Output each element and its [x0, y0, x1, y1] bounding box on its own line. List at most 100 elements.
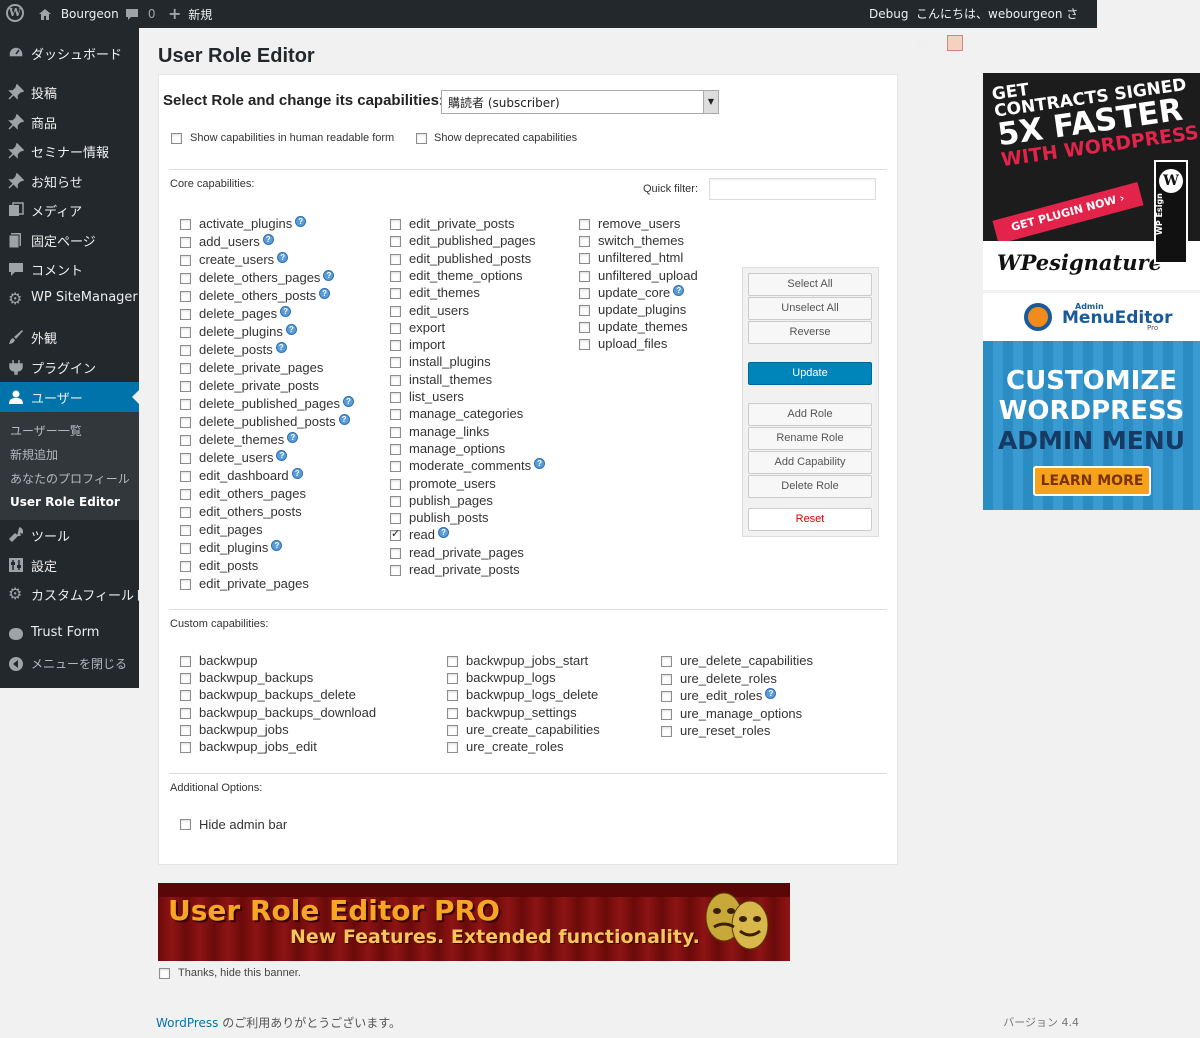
capability-checkbox[interactable]: [390, 219, 401, 230]
capability-checkbox[interactable]: [180, 363, 191, 374]
add-role-button[interactable]: Add Role: [748, 403, 872, 426]
role-select[interactable]: 購読者 (subscriber) ▼: [441, 90, 719, 114]
capability-checkbox[interactable]: [180, 453, 191, 464]
capability-checkbox[interactable]: [447, 690, 458, 701]
capability-checkbox[interactable]: [579, 305, 590, 316]
rename-role-button[interactable]: Rename Role: [748, 427, 872, 450]
capability-checkbox[interactable]: [180, 309, 191, 320]
help-icon[interactable]: ?: [271, 540, 283, 551]
help-icon[interactable]: ?: [534, 458, 546, 469]
capability-checkbox[interactable]: [180, 345, 191, 356]
capability-checkbox[interactable]: [180, 381, 191, 392]
capability-checkbox[interactable]: [180, 327, 191, 338]
capability-checkbox[interactable]: [390, 357, 401, 368]
help-icon[interactable]: ?: [280, 306, 292, 317]
menu-trust-form[interactable]: Trust Form: [0, 619, 139, 649]
show-human-readable-checkbox[interactable]: [171, 133, 182, 144]
help-icon[interactable]: ?: [287, 432, 299, 443]
hide-admin-bar-checkbox[interactable]: [180, 819, 191, 830]
site-home-link[interactable]: Bourgeon: [38, 0, 119, 28]
capability-checkbox[interactable]: [390, 444, 401, 455]
capability-checkbox[interactable]: [180, 690, 191, 701]
menu-pages[interactable]: 固定ページ: [0, 225, 139, 255]
capability-checkbox[interactable]: [390, 236, 401, 247]
menu-seminars[interactable]: セミナー情報: [0, 136, 139, 166]
capability-checkbox[interactable]: [390, 527, 401, 541]
capability-checkbox[interactable]: [579, 339, 590, 350]
select-all-button[interactable]: Select All: [748, 273, 872, 296]
submenu-add-new[interactable]: 新規追加: [10, 446, 58, 463]
comments-link[interactable]: 0: [125, 0, 155, 28]
capability-checkbox[interactable]: [661, 709, 672, 720]
ad2-cta[interactable]: LEARN MORE: [1033, 466, 1151, 496]
capability-checkbox[interactable]: [390, 548, 401, 559]
capability-checkbox[interactable]: [180, 435, 191, 446]
submenu-profile[interactable]: あなたのプロフィール: [10, 470, 130, 487]
capability-checkbox[interactable]: [180, 291, 191, 302]
menu-media[interactable]: メディア: [0, 195, 139, 225]
capability-checkbox[interactable]: [390, 392, 401, 403]
hide-banner-checkbox[interactable]: [159, 968, 170, 979]
debug-link[interactable]: Debug: [869, 0, 908, 28]
capability-checkbox[interactable]: [661, 674, 672, 685]
capability-checkbox[interactable]: [180, 656, 191, 667]
account-link[interactable]: こんにちは、webourgeon さん！: [916, 0, 1097, 51]
capability-checkbox[interactable]: [180, 489, 191, 500]
help-icon[interactable]: ?: [295, 216, 307, 227]
reset-button[interactable]: Reset: [748, 508, 872, 531]
capability-checkbox[interactable]: [180, 255, 191, 266]
capability-checkbox[interactable]: [180, 417, 191, 428]
capability-checkbox[interactable]: [447, 673, 458, 684]
menu-appearance[interactable]: 外観: [0, 322, 139, 352]
capability-checkbox[interactable]: [579, 236, 590, 247]
menu-products[interactable]: 商品: [0, 107, 139, 137]
help-icon[interactable]: ?: [338, 414, 350, 425]
capability-checkbox[interactable]: [390, 409, 401, 420]
capability-checkbox[interactable]: [180, 525, 191, 536]
capability-checkbox[interactable]: [390, 306, 401, 317]
capability-checkbox[interactable]: [579, 271, 590, 282]
help-icon[interactable]: ?: [262, 234, 274, 245]
menu-news[interactable]: お知らせ: [0, 166, 139, 196]
wordpress-logo-icon[interactable]: W: [6, 4, 24, 22]
help-icon[interactable]: ?: [276, 450, 288, 461]
capability-checkbox[interactable]: [447, 708, 458, 719]
capability-checkbox[interactable]: [579, 322, 590, 333]
help-icon[interactable]: ?: [275, 342, 287, 353]
capability-checkbox[interactable]: [390, 513, 401, 524]
unselect-all-button[interactable]: Unselect All: [748, 297, 872, 320]
admin-menu-editor-ad[interactable]: Admin MenuEditor Pro CUSTOMIZE WORDPRESS…: [983, 293, 1200, 510]
menu-dashboard[interactable]: ダッシュボード: [0, 38, 139, 68]
capability-checkbox[interactable]: [180, 725, 191, 736]
help-icon[interactable]: ?: [323, 270, 335, 281]
capability-checkbox[interactable]: [390, 496, 401, 507]
capability-checkbox[interactable]: [579, 288, 590, 299]
capability-checkbox[interactable]: [447, 725, 458, 736]
help-icon[interactable]: ?: [285, 324, 297, 335]
wp-esignature-ad[interactable]: GET CONTRACTS SIGNED 5X FASTER WITH WORD…: [983, 73, 1200, 290]
show-deprecated-checkbox[interactable]: [416, 133, 427, 144]
capability-checkbox[interactable]: [390, 427, 401, 438]
quick-filter-input[interactable]: [709, 178, 876, 200]
menu-wp-sitemanager[interactable]: ⚙ WP SiteManager: [0, 284, 139, 314]
help-icon[interactable]: ?: [319, 288, 331, 299]
new-content-link[interactable]: + 新規: [168, 0, 212, 28]
submenu-all-users[interactable]: ユーザー一覧: [10, 422, 82, 439]
capability-checkbox[interactable]: [180, 237, 191, 248]
capability-checkbox[interactable]: [390, 323, 401, 334]
capability-checkbox[interactable]: [180, 399, 191, 410]
menu-comments[interactable]: コメント: [0, 254, 139, 284]
collapse-menu[interactable]: メニューを閉じる: [0, 649, 139, 679]
delete-role-button[interactable]: Delete Role: [748, 475, 872, 498]
capability-checkbox[interactable]: [390, 340, 401, 351]
capability-checkbox[interactable]: [180, 471, 191, 482]
reverse-button[interactable]: Reverse: [748, 321, 872, 344]
capability-checkbox[interactable]: [180, 742, 191, 753]
ad1-cta[interactable]: GET PLUGIN NOW ›: [992, 181, 1144, 245]
capability-checkbox[interactable]: [180, 561, 191, 572]
help-icon[interactable]: ?: [438, 527, 450, 538]
capability-checkbox[interactable]: [180, 579, 191, 590]
menu-custom-fields[interactable]: ⚙ カスタムフィールド: [0, 579, 147, 609]
capability-checkbox[interactable]: [579, 253, 590, 264]
capability-checkbox[interactable]: [661, 726, 672, 737]
